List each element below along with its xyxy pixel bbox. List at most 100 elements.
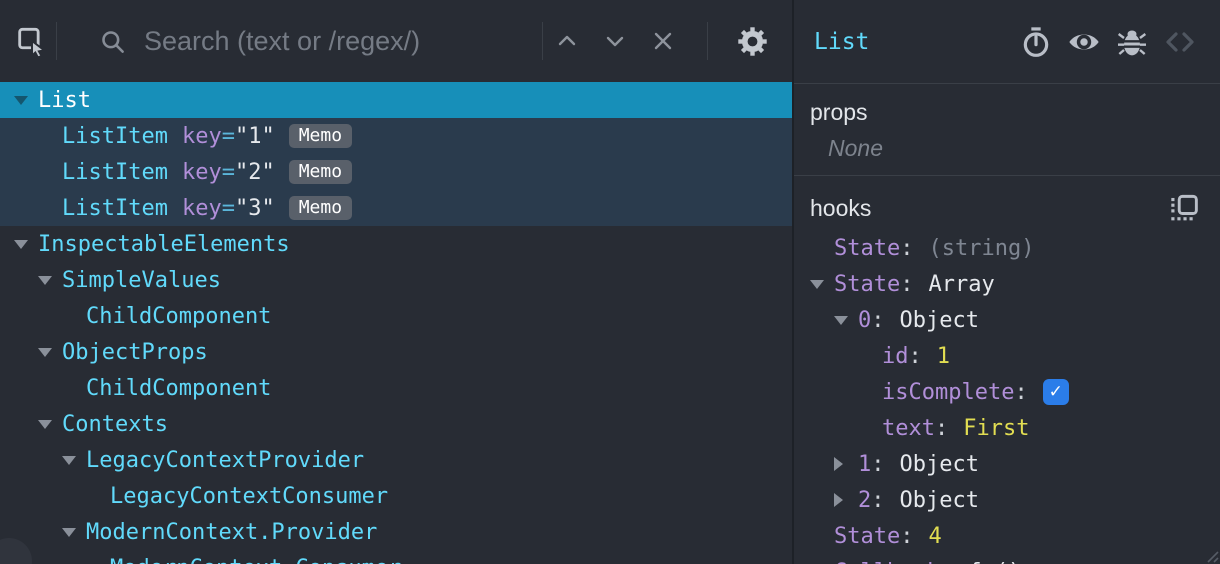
component-name: ListItem — [62, 159, 168, 185]
component-name: LegacyContextConsumer — [110, 483, 389, 509]
hook-value: Object — [899, 307, 979, 333]
log-component-data-button[interactable] — [1116, 26, 1148, 58]
previous-result-button[interactable] — [543, 17, 591, 65]
hook-row[interactable]: Callback: ƒ () — [794, 554, 1220, 564]
expand-arrow-icon[interactable] — [38, 275, 52, 285]
hook-row[interactable]: State: Array — [794, 266, 1220, 302]
tree-row[interactable]: ChildComponent — [0, 298, 792, 334]
close-icon — [654, 32, 672, 50]
key-value: "3" — [234, 195, 275, 221]
hook-row[interactable]: 1: Object — [794, 446, 1220, 482]
hook-value: 1 — [936, 343, 950, 369]
inspect-element-button[interactable] — [8, 17, 56, 65]
arrow-slot — [810, 279, 834, 289]
tree-row[interactable]: InspectableElements — [0, 226, 792, 262]
tree-row[interactable]: ChildComponent — [0, 370, 792, 406]
component-tree-panel: List ListItem key="1" Memo ListItem key=… — [0, 0, 792, 564]
arrow-slot — [14, 95, 38, 105]
key-name: key — [181, 195, 222, 221]
key-name: key — [181, 159, 222, 185]
memo-badge: Memo — [288, 195, 353, 221]
tree-row[interactable]: ObjectProps — [0, 334, 792, 370]
expand-arrow-icon[interactable] — [14, 239, 28, 249]
hook-row[interactable]: 0: Object — [794, 302, 1220, 338]
tree-row[interactable]: LegacyContextProvider — [0, 442, 792, 478]
arrow-slot — [38, 419, 62, 429]
selected-component-title: List — [814, 28, 870, 55]
inspected-element-header: List — [794, 0, 1220, 84]
hooks-section: hooks State: (string) State: Array 0: … — [794, 176, 1220, 564]
component-name: ModernContext.Consumer — [110, 556, 401, 564]
colon: : — [940, 560, 953, 564]
hooks-section-title: hooks — [810, 194, 872, 221]
expand-arrow-icon[interactable] — [38, 419, 52, 429]
parse-hook-names-button[interactable] — [1168, 192, 1200, 224]
checkbox[interactable]: ✓ — [1042, 379, 1069, 405]
hook-row[interactable]: State: 4 — [794, 518, 1220, 554]
arrow-slot — [38, 347, 62, 357]
hook-name: 2 — [858, 487, 872, 513]
component-name: ChildComponent — [86, 303, 272, 329]
hooks-section-header: hooks — [794, 192, 1220, 224]
colon: : — [871, 451, 885, 477]
clear-search-button[interactable] — [639, 17, 687, 65]
hook-row[interactable]: isComplete: ✓ — [794, 374, 1220, 410]
colon: : — [900, 271, 914, 297]
hook-row[interactable]: text: First — [794, 410, 1220, 446]
hook-row[interactable]: 2: Object — [794, 482, 1220, 518]
search-box — [57, 0, 542, 82]
settings-button[interactable] — [728, 17, 776, 65]
component-name: Contexts — [62, 411, 168, 437]
colon: : — [934, 415, 949, 441]
arrow-slot — [834, 493, 858, 507]
view-source-button[interactable] — [1164, 26, 1196, 58]
expand-arrow-icon[interactable] — [62, 527, 76, 537]
equals-sign: = — [221, 159, 235, 185]
expand-arrow-icon[interactable] — [38, 347, 52, 357]
tree-row[interactable]: ModernContext.Provider — [0, 514, 792, 550]
expand-arrow-icon[interactable] — [810, 279, 824, 289]
expand-arrow-icon[interactable] — [62, 455, 76, 465]
tree-row[interactable]: List — [0, 82, 792, 118]
suspend-toggle-button[interactable] — [1020, 26, 1052, 58]
tree-row[interactable]: ListItem key="1" Memo — [0, 118, 792, 154]
key-attribute: key="3" — [182, 196, 275, 221]
colon: : — [871, 307, 885, 333]
memo-badge: Memo — [288, 123, 353, 149]
tree-row[interactable]: Contexts — [0, 406, 792, 442]
search-input[interactable] — [144, 25, 542, 57]
tree-row[interactable]: ListItem key="2" Memo — [0, 154, 792, 190]
arrow-slot — [834, 457, 858, 471]
hook-value: Object — [899, 451, 979, 477]
chevron-down-icon — [606, 36, 624, 47]
component-name: LegacyContextProvider — [86, 447, 365, 473]
expand-arrow-icon[interactable] — [834, 457, 843, 471]
expand-arrow-icon[interactable] — [14, 95, 28, 105]
key-name: key — [181, 123, 222, 149]
props-section: props None — [794, 84, 1220, 176]
stopwatch-icon — [1023, 26, 1049, 57]
tree-row[interactable]: SimpleValues — [0, 262, 792, 298]
key-value: "2" — [234, 159, 275, 185]
chevron-up-icon — [558, 35, 576, 46]
arrow-slot — [62, 527, 86, 537]
tree-row[interactable]: ModernContext.Consumer — [0, 550, 792, 564]
hook-name: 0 — [858, 307, 872, 333]
component-name: List — [38, 87, 91, 113]
hook-row[interactable]: State: (string) — [794, 230, 1220, 266]
inspect-dom-element-button[interactable] — [1068, 26, 1100, 58]
tree-row[interactable]: LegacyContextConsumer — [0, 478, 792, 514]
resize-grip-icon[interactable] — [1205, 549, 1219, 563]
props-section-title: props — [810, 99, 868, 125]
expand-arrow-icon[interactable] — [834, 315, 848, 325]
eye-icon — [1069, 34, 1099, 49]
hook-row[interactable]: id: 1 — [794, 338, 1220, 374]
expand-arrow-icon[interactable] — [834, 493, 843, 507]
next-result-button[interactable] — [591, 17, 639, 65]
tree-row[interactable]: ListItem key="3" Memo — [0, 190, 792, 226]
component-name: InspectableElements — [38, 231, 290, 257]
hook-value: First — [963, 415, 1030, 441]
colon: : — [908, 343, 922, 369]
hook-value: (string) — [928, 235, 1035, 261]
hooks-tree: State: (string) State: Array 0: Object i… — [794, 230, 1220, 564]
